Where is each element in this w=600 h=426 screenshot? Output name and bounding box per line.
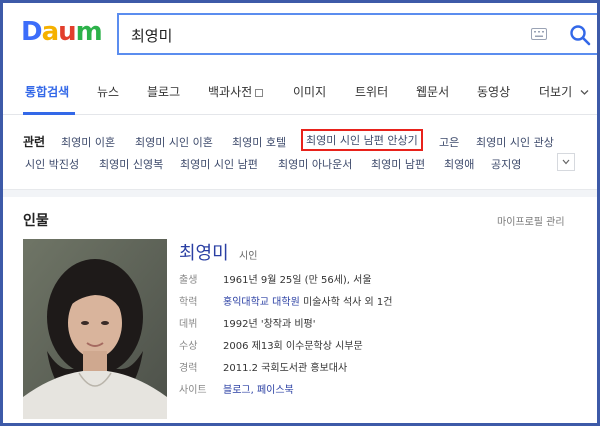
related-more-button[interactable] xyxy=(557,153,575,171)
education-school-link[interactable]: 홍익대학교 대학원 xyxy=(223,297,300,308)
related-item[interactable]: 시인 박진성 xyxy=(25,156,79,172)
info-row-career: 경력 2011.2 국회도서관 홍보대사 xyxy=(179,359,347,374)
tab-twitter[interactable]: 트위터 xyxy=(355,83,388,100)
info-key: 경력 xyxy=(179,363,198,374)
tab-videos[interactable]: 동영상 xyxy=(477,83,510,100)
info-row-education: 학력 홍익대학교 대학원 미술사학 석사 외 1건 xyxy=(179,293,392,308)
related-item[interactable]: 최영애 xyxy=(444,156,474,172)
daum-logo[interactable]: D a u m xyxy=(21,17,103,47)
related-item[interactable]: 최영미 이혼 xyxy=(61,134,115,150)
encyclopedia-box-icon xyxy=(255,88,264,97)
person-photo[interactable] xyxy=(23,239,167,419)
tab-news[interactable]: 뉴스 xyxy=(97,83,119,100)
keyboard-icon[interactable] xyxy=(531,28,547,40)
tab-encyclopedia[interactable]: 백과사전 xyxy=(208,83,264,100)
tab-more-label: 더보기 xyxy=(539,85,573,99)
tab-more[interactable]: 더보기 xyxy=(539,83,589,100)
search-box xyxy=(117,13,597,55)
profile-manage-link[interactable]: 마이프로필 관리 xyxy=(497,213,565,228)
tab-encyclopedia-label: 백과사전 xyxy=(208,85,253,99)
section-divider xyxy=(3,189,597,197)
related-item[interactable]: 최영미 시인 남편 xyxy=(180,156,258,172)
related-item[interactable]: 최영미 시인 관상 xyxy=(476,134,554,150)
info-key: 사이트 xyxy=(179,385,207,396)
related-item[interactable]: 최영미 시인 이혼 xyxy=(135,134,213,150)
info-key: 데뷔 xyxy=(179,319,198,330)
info-value: 미술사학 석사 외 1건 xyxy=(302,297,393,308)
search-input[interactable] xyxy=(131,23,511,47)
person-photo-art xyxy=(23,239,167,419)
tab-web-documents[interactable]: 웹문서 xyxy=(416,83,449,100)
search-icon[interactable] xyxy=(569,24,591,46)
active-tab-underline xyxy=(23,112,75,115)
section-title-person: 인물 xyxy=(23,213,49,229)
site-links[interactable]: 블로그, 페이스북 xyxy=(223,385,294,396)
info-value: 2006 제13회 이수문학상 시부문 xyxy=(223,341,363,352)
info-row-debut: 데뷔 1992년 '창작과 비평' xyxy=(179,315,316,330)
search-tabs: 통합검색 뉴스 블로그 백과사전 이미지 트위터 웹문서 동영상 더보기 xyxy=(3,73,597,115)
browser-frame: D a u m 통합검색 뉴스 블로그 백과사전 이미지 트위터 웹문서 동영상… xyxy=(0,0,600,426)
related-item[interactable]: 최영미 호텔 xyxy=(232,134,286,150)
info-row-award: 수상 2006 제13회 이수문학상 시부문 xyxy=(179,337,363,352)
related-item[interactable]: 최영미 신영복 xyxy=(99,156,163,172)
info-row-site: 사이트 블로그, 페이스북 xyxy=(179,381,294,396)
tab-integrated[interactable]: 통합검색 xyxy=(25,83,69,100)
person-name[interactable]: 최영미 xyxy=(179,239,229,265)
chevron-down-icon xyxy=(562,159,570,165)
tab-images[interactable]: 이미지 xyxy=(293,83,326,100)
related-label: 관련 xyxy=(23,135,46,149)
chevron-down-icon xyxy=(580,90,589,95)
logo-letter-d: D xyxy=(21,17,43,47)
info-value: 1961년 9월 25일 (만 56세), 서울 xyxy=(223,275,372,286)
tab-blog[interactable]: 블로그 xyxy=(147,83,180,100)
related-item-highlighted[interactable]: 최영미 시인 남편 안상기 xyxy=(301,129,423,151)
logo-letter-u: u xyxy=(58,17,76,47)
related-item[interactable]: 고은 xyxy=(439,134,459,150)
logo-letter-m: m xyxy=(75,17,103,47)
related-item[interactable]: 최영미 아나운서 xyxy=(278,156,352,172)
related-item[interactable]: 최영미 남편 xyxy=(371,156,425,172)
info-value: 1992년 '창작과 비평' xyxy=(223,319,316,330)
info-value: 2011.2 국회도서관 홍보대사 xyxy=(223,363,348,374)
related-item[interactable]: 공지영 xyxy=(491,156,521,172)
person-role: 시인 xyxy=(239,251,258,262)
info-row-birth: 출생 1961년 9월 25일 (만 56세), 서울 xyxy=(179,271,372,286)
info-key: 수상 xyxy=(179,341,198,352)
logo-letter-a: a xyxy=(41,17,60,47)
info-key: 출생 xyxy=(179,275,198,286)
info-key: 학력 xyxy=(179,297,198,308)
